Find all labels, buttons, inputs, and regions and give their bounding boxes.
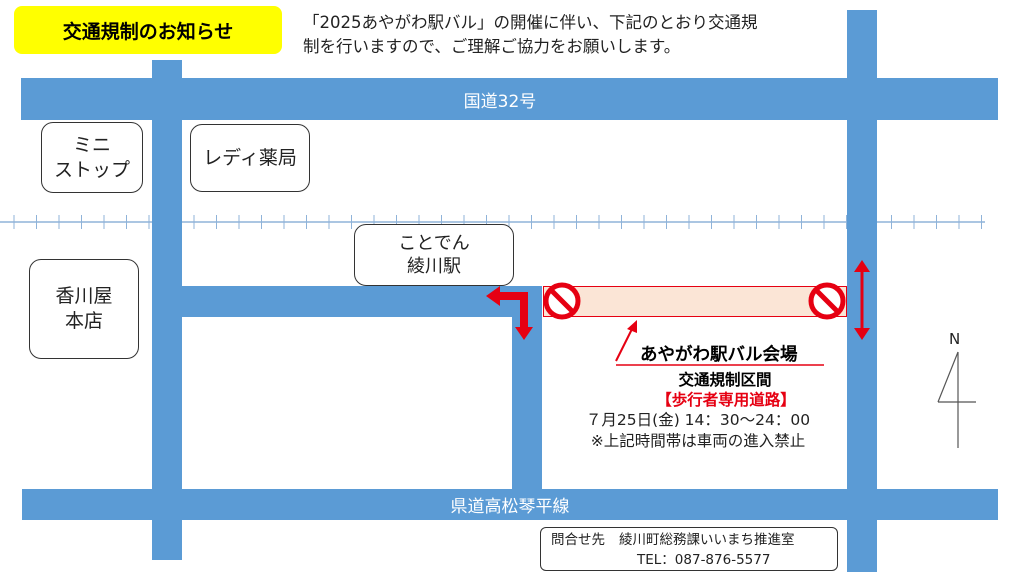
station-line-1: ことでん	[398, 232, 470, 254]
national-route-32-label: 国道32号	[463, 91, 537, 112]
notice-text: 「2025あやがわ駅バル」の開催に伴い、下記のとおり交通規 制を行いますので、ご…	[303, 11, 843, 59]
no-entry-icon-east	[808, 282, 846, 320]
contact-office: 綾川町総務課いいまち推進室	[619, 532, 795, 548]
landmark-lady-drug-label: レディ薬局	[203, 146, 297, 169]
landmark-kagawaya-line-2: 本店	[64, 310, 103, 332]
contact-label: 問合せ先	[551, 532, 605, 548]
landmark-ayagawa-station: ことでん 綾川駅	[354, 224, 514, 286]
double-arrow-icon	[854, 260, 870, 340]
landmark-kagawaya: 香川屋 本店	[29, 259, 139, 359]
north-arrow-icon	[937, 351, 976, 448]
landmark-lady-drug: レディ薬局	[190, 124, 310, 192]
restriction-section-label: 交通規制区間	[678, 371, 772, 389]
prefectural-road-label: 県道高松琴平線	[450, 497, 570, 517]
restricted-section	[543, 286, 847, 317]
landmark-mini-stop-line-1: ミニ	[72, 133, 111, 156]
notice-line-2: 制を行いますので、ご理解ご協力をお願いします。	[303, 36, 681, 56]
pedestrian-only-label: 【歩行者専用道路】	[656, 391, 796, 409]
north-label: N	[949, 330, 961, 348]
venue-label: あやがわ駅バル会場	[640, 345, 798, 365]
notice-line-1: 「2025あやがわ駅バル」の開催に伴い、下記のとおり交通規	[303, 13, 758, 32]
contact-tel: TEL：087-876-5577	[637, 551, 771, 568]
restriction-note: ※上記時間帯は車両の進入禁止	[590, 432, 806, 450]
landmark-kagawaya-line-1: 香川屋	[55, 285, 113, 308]
restriction-time: ７月25日(金) 14：30〜24：00	[585, 411, 811, 429]
detour-arrow-icon	[486, 286, 533, 340]
contact-box: 問合せ先 綾川町総務課いいまち推進室 TEL：087-876-5577	[540, 527, 838, 571]
landmark-mini-stop-line-2: ストップ	[53, 158, 130, 181]
no-entry-icon	[543, 282, 581, 320]
station-line-2: 綾川駅	[407, 256, 461, 277]
page-title: 交通規制のお知らせ	[14, 6, 282, 54]
landmark-mini-stop: ミニ ストップ	[41, 122, 143, 193]
